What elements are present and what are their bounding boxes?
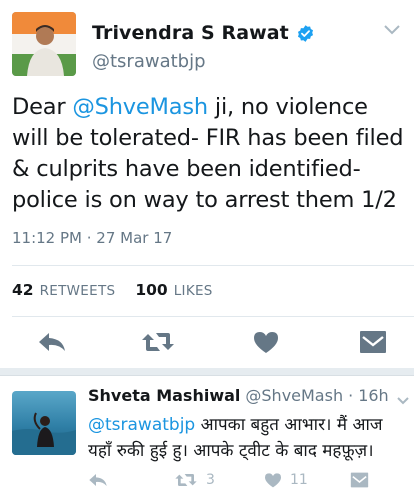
avatar-image [12, 12, 76, 76]
like-icon[interactable] [253, 330, 279, 358]
chevron-down-icon[interactable] [382, 22, 402, 36]
mention-link[interactable]: @ShveMash [72, 94, 208, 120]
reply-author-handle[interactable]: @ShveMash [245, 386, 343, 405]
likes-label[interactable]: LIKES [174, 283, 213, 299]
reply-time[interactable]: 16h [358, 386, 389, 405]
tweet-stats: 42 RETWEETS 100 LIKES [12, 281, 227, 299]
author-name[interactable]: Trivendra S Rawat [92, 22, 315, 44]
reply-icon[interactable] [88, 472, 108, 488]
reply-text: @tsrawatbjp आपका बहुत आभार। मैं आज यहाँ … [88, 412, 410, 464]
reply-author-name[interactable]: Shveta Mashiwal [88, 386, 240, 405]
avatar[interactable] [12, 12, 76, 76]
reply-icon[interactable] [37, 330, 67, 358]
reply-tweet[interactable]: Shveta Mashiwal @ShveMash · 16h @tsrawat… [0, 376, 414, 500]
reply-time-separator: · [348, 386, 354, 405]
mention-link[interactable]: @tsrawatbjp [88, 415, 195, 435]
author-name-text: Trivendra S Rawat [92, 22, 289, 44]
reply-header: Shveta Mashiwal @ShveMash · 16h [88, 386, 389, 405]
likes-count[interactable]: 100 [135, 281, 167, 299]
retweets-label[interactable]: RETWEETS [40, 283, 116, 299]
retweets-count[interactable]: 42 [12, 281, 34, 299]
retweet-button[interactable]: 3 [174, 472, 215, 488]
tweet-text: Dear @ShveMash ji, no violence will be t… [12, 92, 410, 216]
retweet-icon [175, 474, 197, 486]
divider [12, 316, 414, 317]
avatar-image [12, 391, 76, 455]
main-tweet: Trivendra S Rawat @tsrawatbjp Dear @Shve… [0, 0, 414, 368]
timestamp[interactable]: 11:12 PM · 27 Mar 17 [12, 229, 172, 247]
like-button[interactable]: 11 [264, 472, 308, 488]
divider [12, 265, 414, 266]
reply-like-count: 11 [290, 472, 308, 488]
reply-retweet-count: 3 [206, 472, 215, 488]
avatar[interactable] [12, 391, 76, 455]
tweet-actions [0, 330, 414, 360]
verified-badge-icon [296, 24, 315, 43]
author-handle[interactable]: @tsrawatbjp [92, 51, 206, 72]
tweet-separator [0, 368, 414, 376]
retweet-icon[interactable] [141, 330, 175, 358]
direct-message-icon[interactable] [359, 330, 387, 358]
tweet-text-part: Dear [12, 94, 73, 120]
reply-actions: 3 11 [0, 472, 414, 494]
like-icon [265, 473, 281, 488]
direct-message-icon[interactable] [350, 472, 369, 488]
chevron-down-icon[interactable] [396, 391, 410, 405]
